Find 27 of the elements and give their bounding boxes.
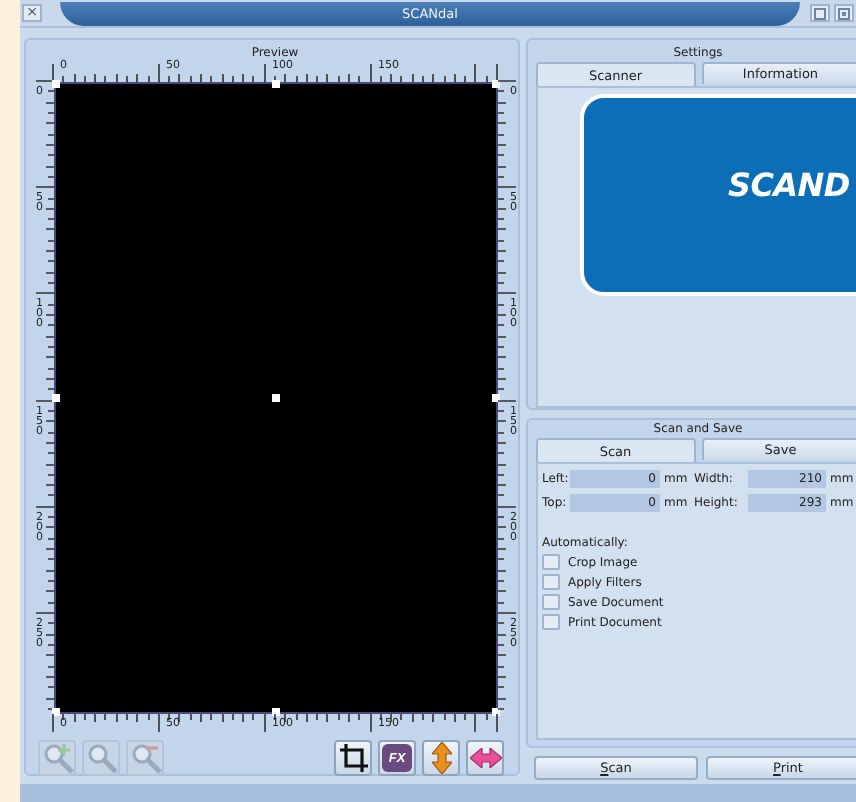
horizontal-arrow-icon — [469, 748, 501, 768]
selection-handle[interactable] — [272, 394, 280, 402]
zoom-out-icon — [129, 742, 161, 774]
selection-handle[interactable] — [492, 708, 500, 716]
crop-button[interactable] — [334, 740, 372, 776]
selection-handle[interactable] — [272, 708, 280, 716]
crop-icon — [339, 744, 367, 772]
zoom-in-icon — [41, 742, 73, 774]
restore-icon — [838, 7, 850, 19]
logo-text: SCAND — [728, 166, 850, 204]
selection-handle[interactable] — [492, 80, 500, 88]
selection-handle[interactable] — [52, 80, 60, 88]
flip-vertical-button[interactable] — [422, 740, 460, 776]
checkbox[interactable] — [542, 554, 560, 570]
vertical-arrow-icon — [431, 742, 451, 774]
selection-handle[interactable] — [52, 394, 60, 402]
restore-button[interactable] — [834, 4, 854, 22]
selection-handle[interactable] — [272, 80, 280, 88]
flip-horizontal-button[interactable] — [466, 740, 504, 776]
checkbox[interactable] — [542, 594, 560, 610]
zoom-icon — [85, 742, 117, 774]
checkbox[interactable] — [542, 614, 560, 630]
maximize-icon — [814, 7, 826, 19]
maximize-button[interactable] — [810, 4, 830, 22]
checkbox[interactable] — [542, 574, 560, 590]
selection-handle[interactable] — [492, 394, 500, 402]
selection-handle[interactable] — [52, 708, 60, 716]
